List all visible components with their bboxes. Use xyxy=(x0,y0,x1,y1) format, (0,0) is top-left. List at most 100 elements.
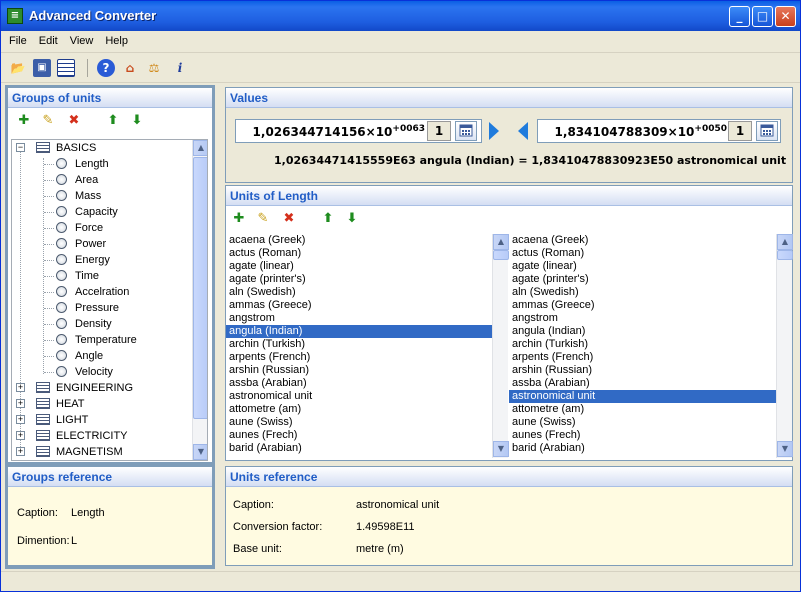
right-unit-item[interactable]: acaena (Greek) xyxy=(509,234,776,247)
close-button[interactable]: ✕ xyxy=(775,6,796,27)
right-unit-item[interactable]: archin (Turkish) xyxy=(509,338,776,351)
right-unit-item[interactable]: angula (Indian) xyxy=(509,325,776,338)
tree-item-accelration[interactable]: Accelration xyxy=(12,284,190,300)
tree-item-area[interactable]: Area xyxy=(12,172,190,188)
scroll-up-button[interactable]: ▲ xyxy=(777,234,793,250)
left-unit-item[interactable]: archin (Turkish) xyxy=(226,338,492,351)
scroll-thumb[interactable] xyxy=(193,157,207,419)
right-unit-item[interactable]: ammas (Greece) xyxy=(509,299,776,312)
expand-icon[interactable]: + xyxy=(16,447,25,456)
scroll-up-button[interactable]: ▲ xyxy=(193,140,207,156)
left-unit-item[interactable]: arpents (French) xyxy=(226,351,492,364)
scroll-down-button[interactable]: ▼ xyxy=(777,441,793,457)
tree-item-mass[interactable]: Mass xyxy=(12,188,190,204)
convert-left-arrow[interactable] xyxy=(518,122,528,140)
tree-item-force[interactable]: Force xyxy=(12,220,190,236)
save-icon[interactable]: ▣ xyxy=(33,59,51,77)
left-unit-item[interactable]: astronomical unit xyxy=(226,390,492,403)
tree-item-temperature[interactable]: Temperature xyxy=(12,332,190,348)
tree-group-basics[interactable]: − BASICS xyxy=(12,140,190,156)
right-unit-item[interactable]: aunes (Frech) xyxy=(509,429,776,442)
tree-group-engineering[interactable]: + ENGINEERING xyxy=(12,380,190,396)
scroll-down-button[interactable]: ▼ xyxy=(193,444,207,460)
tree-item-time[interactable]: Time xyxy=(12,268,190,284)
menu-help[interactable]: Help xyxy=(97,31,132,47)
scroll-thumb[interactable] xyxy=(777,250,793,260)
menu-file[interactable]: File xyxy=(1,31,31,47)
expand-icon[interactable]: + xyxy=(16,399,25,408)
list-icon[interactable] xyxy=(57,59,75,77)
open-icon[interactable]: 📂 xyxy=(9,59,27,77)
tree-item-density[interactable]: Density xyxy=(12,316,190,332)
title-bar[interactable]: ≡ Advanced Converter _ □ ✕ xyxy=(1,1,800,31)
right-multiplier-button[interactable]: 1 xyxy=(728,121,752,141)
left-unit-item[interactable]: assba (Arabian) xyxy=(226,377,492,390)
tree-item-capacity[interactable]: Capacity xyxy=(12,204,190,220)
tree-item-length[interactable]: Length xyxy=(12,156,190,172)
left-unit-item[interactable]: agate (linear) xyxy=(226,260,492,273)
right-unit-item[interactable]: aune (Swiss) xyxy=(509,416,776,429)
tree-item-velocity[interactable]: Velocity xyxy=(12,364,190,380)
unit-up-icon[interactable]: ⬆ xyxy=(320,211,336,227)
expand-icon[interactable]: + xyxy=(16,383,25,392)
converter-icon[interactable]: ⚖ xyxy=(145,59,163,77)
pane-splitter[interactable] xyxy=(215,85,223,569)
right-unit-item[interactable]: arshin (Russian) xyxy=(509,364,776,377)
maximize-button[interactable]: □ xyxy=(752,6,773,27)
tree-item-pressure[interactable]: Pressure xyxy=(12,300,190,316)
right-unit-item[interactable]: assba (Arabian) xyxy=(509,377,776,390)
left-value-field[interactable]: 1,026344714156×10+0063 1 xyxy=(235,119,482,143)
left-unit-item[interactable]: barid (Arabian) xyxy=(226,442,492,455)
tree-item-power[interactable]: Power xyxy=(12,236,190,252)
right-unit-item[interactable]: agate (printer's) xyxy=(509,273,776,286)
left-unit-item[interactable]: aln (Swedish) xyxy=(226,286,492,299)
left-multiplier-button[interactable]: 1 xyxy=(427,121,451,141)
info-icon[interactable]: i xyxy=(171,59,189,77)
right-unit-item[interactable]: astronomical unit xyxy=(509,390,776,403)
minimize-button[interactable]: _ xyxy=(729,6,750,27)
right-unit-item[interactable]: agate (linear) xyxy=(509,260,776,273)
right-value-field[interactable]: 1,834104788309×10+0050 1 xyxy=(537,119,781,143)
left-unit-item[interactable]: attometre (am) xyxy=(226,403,492,416)
help-icon[interactable]: ? xyxy=(97,59,115,77)
tree-item-angle[interactable]: Angle xyxy=(12,348,190,364)
home-icon[interactable]: ⌂ xyxy=(121,59,139,77)
delete-group-icon[interactable]: ✖ xyxy=(66,113,82,129)
add-group-icon[interactable]: ✚ xyxy=(16,113,32,129)
right-unit-item[interactable]: angstrom xyxy=(509,312,776,325)
menu-edit[interactable]: Edit xyxy=(31,31,62,47)
left-unit-item[interactable]: aune (Swiss) xyxy=(226,416,492,429)
left-unit-item[interactable]: agate (printer's) xyxy=(226,273,492,286)
add-unit-icon[interactable]: ✚ xyxy=(231,211,247,227)
tree-group-magnetism[interactable]: + MAGNETISM xyxy=(12,444,190,460)
left-unit-item[interactable]: arshin (Russian) xyxy=(226,364,492,377)
left-unit-list[interactable]: acaena (Greek) actus (Roman) agate (linear… xyxy=(226,234,492,458)
unit-down-icon[interactable]: ⬇ xyxy=(344,211,360,227)
left-unit-item[interactable]: angstrom xyxy=(226,312,492,325)
left-unit-item[interactable]: aunes (Frech) xyxy=(226,429,492,442)
tree-group-heat[interactable]: + HEAT xyxy=(12,396,190,412)
delete-unit-icon[interactable]: ✖ xyxy=(281,211,297,227)
edit-group-icon[interactable]: ✎ xyxy=(40,113,56,129)
right-unit-item[interactable]: actus (Roman) xyxy=(509,247,776,260)
expand-icon[interactable]: + xyxy=(16,431,25,440)
left-calculator-icon[interactable] xyxy=(455,121,477,141)
scroll-thumb[interactable] xyxy=(493,250,509,260)
scroll-down-button[interactable]: ▼ xyxy=(493,441,509,457)
left-unit-item[interactable]: ammas (Greece) xyxy=(226,299,492,312)
tree-item-energy[interactable]: Energy xyxy=(12,252,190,268)
groups-tree-scrollbar[interactable]: ▲ ▼ xyxy=(192,140,207,460)
right-unit-scrollbar[interactable]: ▲ ▼ xyxy=(776,234,793,458)
convert-right-arrow[interactable] xyxy=(489,122,499,140)
collapse-icon[interactable]: − xyxy=(16,143,25,152)
scroll-up-button[interactable]: ▲ xyxy=(493,234,509,250)
right-unit-item[interactable]: aln (Swedish) xyxy=(509,286,776,299)
left-unit-item[interactable]: acaena (Greek) xyxy=(226,234,492,247)
tree-group-electricity[interactable]: + ELECTRICITY xyxy=(12,428,190,444)
right-unit-list[interactable]: acaena (Greek) actus (Roman) agate (linear… xyxy=(509,234,776,458)
left-unit-scrollbar[interactable]: ▲ ▼ xyxy=(492,234,509,458)
right-calculator-icon[interactable] xyxy=(756,121,778,141)
move-down-icon[interactable]: ⬇ xyxy=(129,113,145,129)
menu-view[interactable]: View xyxy=(62,31,98,47)
expand-icon[interactable]: + xyxy=(16,415,25,424)
